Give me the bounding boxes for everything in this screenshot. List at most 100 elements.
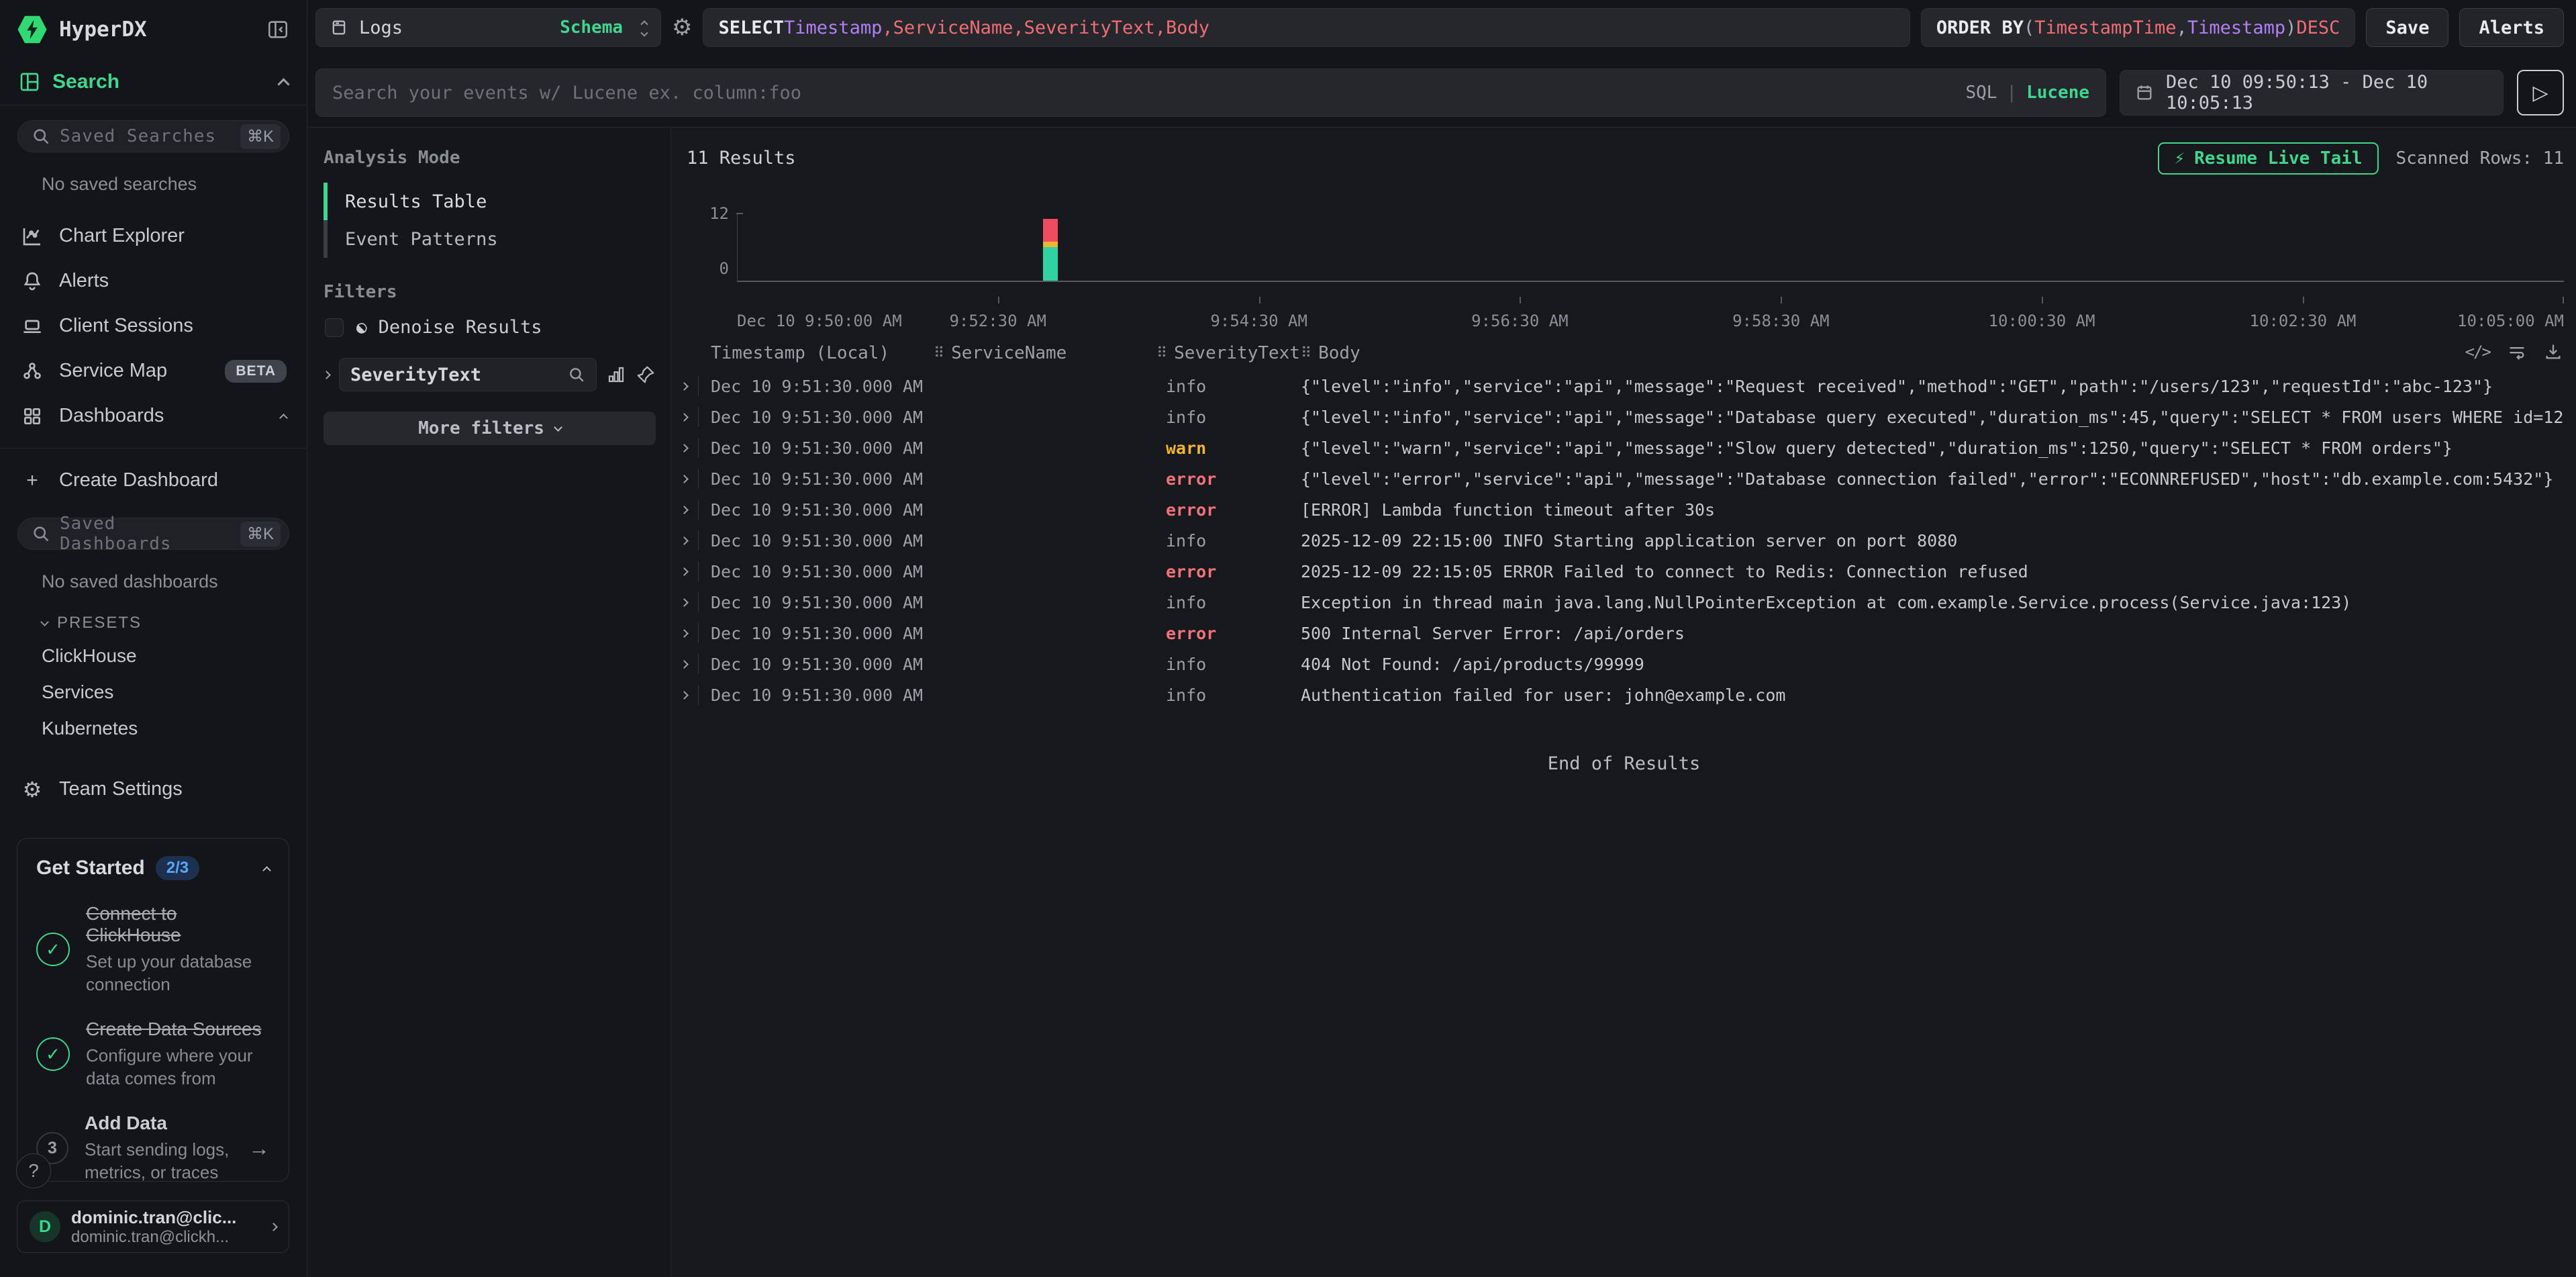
expand-row-icon[interactable] <box>680 629 689 638</box>
chevron-up-icon <box>279 414 288 422</box>
paren: ) <box>2285 17 2296 38</box>
user-menu[interactable]: D dominic.tran@clic... dominic.tran@clic… <box>17 1200 289 1253</box>
task-desc: Start sending logs, metrics, or traces <box>85 1138 232 1184</box>
sidebar-item-service-map[interactable]: Service Map BETA <box>0 348 307 393</box>
y-tick <box>736 213 743 214</box>
code-view-icon[interactable]: </> <box>2465 342 2490 361</box>
table-row[interactable]: Dec 10 9:51:30.000 AM info {"level":"inf… <box>672 371 2576 401</box>
cell-severity: error <box>1156 469 1301 489</box>
sidebar-item-alerts[interactable]: Alerts <box>0 258 307 303</box>
expand-row-icon[interactable] <box>680 691 689 700</box>
table-row[interactable]: Dec 10 9:51:30.000 AM info Exception in … <box>672 587 2576 618</box>
cell-severity: error <box>1156 562 1301 581</box>
cell-body: Exception in thread main java.lang.NullP… <box>1301 593 2564 612</box>
expand-row-icon[interactable] <box>680 382 689 391</box>
denoise-results-row[interactable]: ◐ Denoise Results <box>325 317 656 338</box>
table-row[interactable]: Dec 10 9:51:30.000 AM info 404 Not Found… <box>672 649 2576 679</box>
x-axis-labels: Dec 10 9:50:00 AM 9:52:30 AM 9:54:30 AM … <box>737 312 2564 332</box>
expand-row-icon[interactable] <box>680 444 689 453</box>
table-row[interactable]: Dec 10 9:51:30.000 AM info Authenticatio… <box>672 679 2576 710</box>
sidebar-item-team-settings[interactable]: ⚙ Team Settings <box>0 767 307 812</box>
saved-searches-input[interactable]: Saved Searches ⌘K <box>17 120 289 152</box>
sidebar-item-dashboards[interactable]: Dashboards <box>0 393 307 438</box>
user-name: dominic.tran@clic... <box>71 1207 260 1228</box>
drag-handle-icon[interactable]: ⠿ <box>934 345 944 362</box>
bar-segment-error <box>1043 219 1058 241</box>
search-placeholder: Search your events w/ Lucene ex. column:… <box>332 83 1953 103</box>
stacked-bar[interactable] <box>1043 214 1058 281</box>
get-started-item-sources[interactable]: ✓ Create Data Sources Configure where yo… <box>36 1019 270 1090</box>
expand-row-icon[interactable] <box>680 506 689 514</box>
help-button[interactable]: ? <box>16 1153 51 1188</box>
drag-handle-icon[interactable]: ⠿ <box>1301 345 1311 362</box>
sidebar-item-client-sessions[interactable]: Client Sessions <box>0 303 307 348</box>
severity-filter-input[interactable]: SeverityText <box>339 358 597 391</box>
mode-event-patterns[interactable]: Event Patterns <box>324 220 656 258</box>
table-row[interactable]: Dec 10 9:51:30.000 AM error [ERROR] Lamb… <box>672 494 2576 525</box>
shortcut-badge: ⌘K <box>240 124 281 149</box>
sidebar-item-search[interactable]: Search <box>0 59 307 105</box>
sql-keyword: SELECT <box>718 17 784 38</box>
gear-icon[interactable]: ⚙ <box>672 14 692 41</box>
expand-row-icon[interactable] <box>680 536 689 545</box>
x-tick-label: 9:52:30 AM <box>949 312 1046 330</box>
time-range-picker[interactable]: Dec 10 09:50:13 - Dec 10 10:05:13 <box>2120 70 2504 115</box>
saved-dashboards-input[interactable]: Saved Dashboards ⌘K <box>17 518 289 550</box>
expand-row-icon[interactable] <box>680 660 689 669</box>
pin-icon[interactable] <box>636 365 656 385</box>
search-icon <box>32 127 50 146</box>
preset-kubernetes[interactable]: Kubernetes <box>0 710 307 747</box>
table-row[interactable]: Dec 10 9:51:30.000 AM warn {"level":"war… <box>672 432 2576 463</box>
resume-live-tail-button[interactable]: ⚡ Resume Live Tail <box>2158 142 2378 175</box>
run-query-button[interactable]: ▷ <box>2517 70 2564 115</box>
cell-body: [ERROR] Lambda function timeout after 30… <box>1301 500 2564 520</box>
wrap-lines-icon[interactable] <box>2508 342 2526 361</box>
expand-row-icon[interactable] <box>680 413 689 422</box>
shortcut-badge: ⌘K <box>240 522 281 547</box>
mode-results-table[interactable]: Results Table <box>324 183 656 220</box>
analysis-mode-label: Analysis Mode <box>324 148 656 168</box>
lang-lucene-toggle[interactable]: Lucene <box>2026 83 2089 103</box>
collapse-sidebar-icon[interactable] <box>266 18 289 41</box>
chevron-right-icon[interactable] <box>322 371 331 379</box>
denoise-checkbox[interactable] <box>325 318 344 337</box>
alerts-button[interactable]: Alerts <box>2459 8 2564 47</box>
get-started-item-connect[interactable]: ✓ Connect to ClickHouse Set up your data… <box>36 903 270 996</box>
nav-label: Alerts <box>59 270 287 292</box>
table-row[interactable]: Dec 10 9:51:30.000 AM error {"level":"er… <box>672 463 2576 494</box>
drag-handle-icon[interactable]: ⠿ <box>1156 345 1167 362</box>
table-row[interactable]: Dec 10 9:51:30.000 AM error 500 Internal… <box>672 618 2576 649</box>
bar-chart-icon[interactable] <box>606 365 626 385</box>
active-indicator <box>324 183 328 220</box>
beta-badge: BETA <box>225 360 287 383</box>
sidebar-item-chart-explorer[interactable]: Chart Explorer <box>0 214 307 258</box>
order-by-input[interactable]: ORDER BY (TimestampTime, Timestamp) DESC <box>1921 8 2356 47</box>
table-row[interactable]: Dec 10 9:51:30.000 AM info {"level":"inf… <box>672 401 2576 432</box>
chevron-up-icon <box>262 866 271 875</box>
search-section-icon <box>19 71 40 93</box>
presets-toggle[interactable]: PRESETS <box>0 596 307 638</box>
lang-sql-toggle[interactable]: SQL <box>1965 83 1997 103</box>
dashboards-icon <box>20 406 44 427</box>
select-query-input[interactable]: SELECT Timestamp,ServiceName,SeverityTex… <box>703 8 1910 47</box>
source-select[interactable]: Logs Schema <box>315 8 661 47</box>
table-row[interactable]: Dec 10 9:51:30.000 AM error 2025-12-09 2… <box>672 556 2576 587</box>
download-icon[interactable] <box>2544 342 2563 361</box>
preset-services[interactable]: Services <box>0 674 307 710</box>
create-dashboard-button[interactable]: + Create Dashboard <box>0 458 307 503</box>
event-search-input[interactable]: Search your events w/ Lucene ex. column:… <box>315 68 2106 117</box>
table-row[interactable]: Dec 10 9:51:30.000 AM info 2025-12-09 22… <box>672 525 2576 556</box>
get-started-header[interactable]: Get Started 2/3 <box>36 856 270 880</box>
chevron-up-icon[interactable] <box>277 78 289 90</box>
expand-row-icon[interactable] <box>680 475 689 483</box>
expand-row-icon[interactable] <box>680 598 689 607</box>
cell-body: {"level":"warn","service":"api","message… <box>1301 438 2564 458</box>
save-button[interactable]: Save <box>2366 8 2448 47</box>
scanned-rows-text: Scanned Rows: 11 <box>2396 148 2564 169</box>
analysis-mode-list: Results Table Event Patterns <box>324 183 656 258</box>
preset-clickhouse[interactable]: ClickHouse <box>0 638 307 674</box>
more-filters-button[interactable]: More filters <box>324 412 656 445</box>
get-started-item-add-data[interactable]: 3 Add Data Start sending logs, metrics, … <box>36 1113 270 1184</box>
expand-row-icon[interactable] <box>680 567 689 576</box>
task-desc: Set up your database connection <box>86 950 270 996</box>
